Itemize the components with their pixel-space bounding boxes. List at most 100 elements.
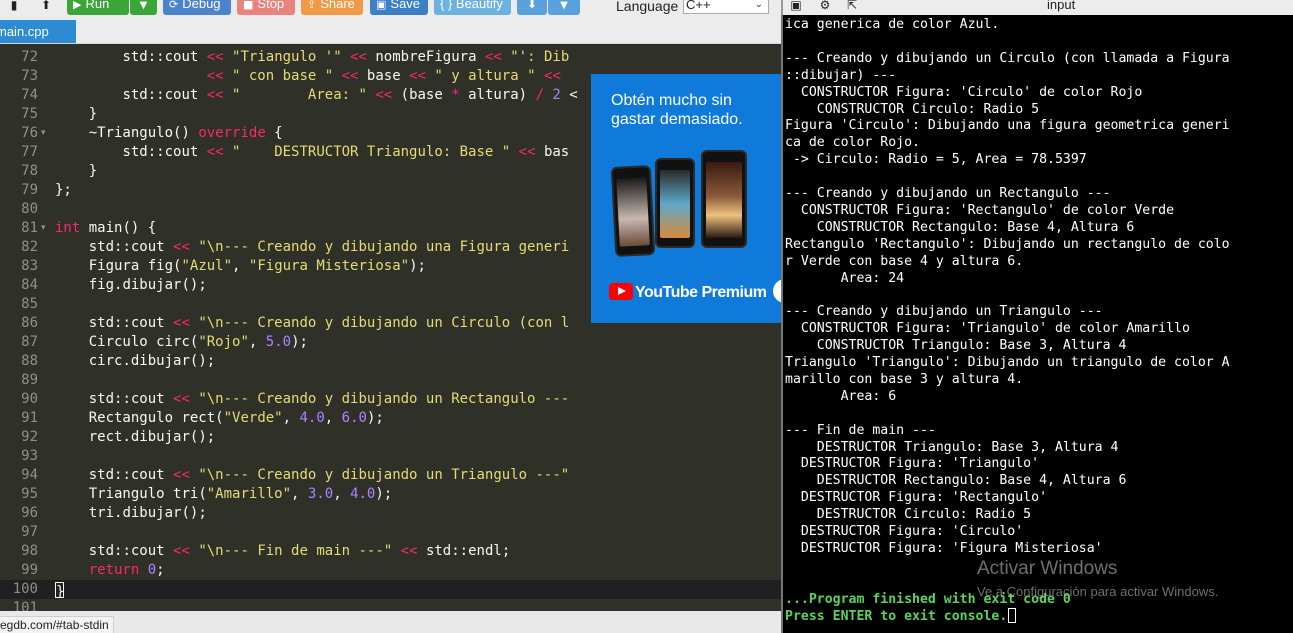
toolbar: ▮ ⬆ ▶ Run ▼ ⟳ Debug ■ Stop ⇪ Share ▣ Save { }… (0, 0, 781, 15)
youtube-play-icon (609, 283, 633, 300)
share-button[interactable]: ⇪ Share (301, 0, 363, 15)
run-button[interactable]: ▶ Run (67, 0, 129, 15)
console-title[interactable]: input (1047, 0, 1075, 13)
ad-headline: Obtén mucho sin gastar demasiado. (611, 92, 743, 128)
file-tab-label: main.cpp (0, 24, 49, 39)
console-line: -> Circulo: Radio = 5, Area = 78.5397 (785, 152, 1087, 168)
code-text: std::cout << "\n--- Fin de main ---" << … (88, 543, 511, 559)
status-bar: egdb.com/#tab-stdin (0, 611, 781, 633)
caret-down-icon: ▼ (560, 0, 568, 11)
code-line[interactable]: 95 Triangulo tri("Amarillo", 3.0, 4.0); (0, 485, 781, 504)
line-number: 73 (21, 68, 38, 84)
code-line[interactable]: 101 (0, 599, 781, 611)
play-icon: ▶ (73, 0, 82, 11)
run-options-button[interactable]: ▼ (130, 0, 157, 15)
caret-down-icon: ▼ (139, 0, 148, 11)
line-number: 86 (21, 315, 38, 331)
expand-icon[interactable]: ▣ (787, 0, 805, 13)
console-line: DESTRUCTOR Circulo: Radio 5 (785, 507, 1032, 523)
language-select[interactable]: C++ ⌄ (683, 0, 769, 14)
debug-icon: ⟳ (169, 0, 179, 11)
code-line[interactable]: 90 std::cout << "\n--- Creando y dibujan… (0, 390, 781, 409)
code-line[interactable]: 92 rect.dibujar(); (0, 428, 781, 447)
code-text: std::cout << "\n--- Creando y dibujando … (88, 391, 570, 407)
stop-label: Stop (257, 0, 285, 11)
code-line[interactable]: 72 std::cout << "Triangulo '" << nombreF… (0, 48, 781, 67)
stop-button[interactable]: ■ Stop (237, 0, 295, 15)
stop-icon: ■ (243, 0, 254, 11)
fold-toggle-icon[interactable]: ▾ (41, 124, 46, 143)
line-number: 80 (21, 201, 38, 217)
code-line[interactable]: 93 (0, 447, 781, 466)
line-number: 75 (21, 106, 38, 122)
code-text: Circulo circ("Rojo", 5.0); (88, 334, 308, 350)
console-line: r Verde con base 4 y altura 6. (785, 253, 1024, 269)
fold-toggle-icon[interactable]: ▾ (41, 219, 46, 238)
console-header: ▣ ⚙ ⇱ input (781, 0, 1293, 15)
code-text: ~Triangulo() override { (88, 125, 283, 141)
share-icon: ⇪ (307, 0, 317, 11)
line-number: 72 (21, 49, 38, 65)
code-line[interactable]: 94 std::cout << "\n--- Creando y dibujan… (0, 466, 781, 485)
line-number: 79 (21, 182, 38, 198)
language-value: C++ (686, 0, 711, 12)
console-line: DESTRUCTOR Figura: 'Figura Misteriosa' (785, 540, 1103, 556)
console-line: ca de color Rojo. (785, 135, 920, 151)
save-button[interactable]: ▣ Save (370, 0, 428, 15)
console-line: --- Creando y dibujando un Triangulo --- (785, 304, 1103, 320)
download-options-button[interactable]: ▼ (548, 0, 580, 15)
console-line: CONSTRUCTOR Circulo: Radio 5 (785, 101, 1040, 117)
console-cursor (1008, 607, 1017, 623)
code-line[interactable]: 91 Rectangulo rect("Verde", 4.0, 6.0); (0, 409, 781, 428)
code-text: std::cout << "\n--- Creando y dibujando … (88, 239, 570, 255)
line-number: 96 (21, 505, 38, 521)
ad-brand-label: YouTube Premium (635, 284, 767, 301)
code-text: std::cout << "\n--- Creando y dibujando … (88, 467, 570, 483)
line-number: 82 (21, 239, 38, 255)
code-line[interactable]: 87 Circulo circ("Rojo", 5.0); (0, 333, 781, 352)
upload-icon[interactable]: ⬆ (36, 0, 56, 14)
console-line: --- Fin de main --- (785, 422, 936, 438)
save-label: Save (390, 0, 421, 11)
advertisement-banner[interactable]: Obtén mucho sin gastar demasiado. YouTub… (591, 74, 781, 323)
line-number: 77 (21, 144, 38, 160)
code-text: }; (55, 182, 72, 198)
file-icon[interactable]: ▮ (4, 0, 24, 14)
console-line: CONSTRUCTOR Figura: 'Rectangulo' de colo… (785, 202, 1175, 218)
code-line[interactable]: 88 circ.dibujar(); (0, 352, 781, 371)
line-number: 92 (21, 429, 38, 445)
line-number: 83 (21, 258, 38, 274)
beautify-button[interactable]: { } Beautify (434, 0, 511, 15)
console-output[interactable]: ica generica de color Azul. --- Creando y… (781, 15, 1293, 633)
code-line[interactable]: 99 return 0; (0, 561, 781, 580)
line-number: 88 (21, 353, 38, 369)
code-text: rect.dibujar(); (88, 429, 216, 445)
code-line[interactable]: 96 tri.dibujar(); (0, 504, 781, 523)
console-line: ica generica de color Azul. (785, 17, 1000, 32)
console-line: Rectangulo 'Rectangulo': Dibujando un re… (785, 236, 1230, 252)
console-line: DESTRUCTOR Figura: 'Triangulo' (785, 456, 1040, 472)
console-line: Figura 'Circulo': Dibujando una figura g… (785, 118, 1230, 134)
windows-watermark-subtitle: Ve a Configuración para activar Windows. (977, 584, 1219, 599)
code-text: fig.dibujar(); (88, 277, 207, 293)
console-line: --- Creando y dibujando un Rectangulo --… (785, 186, 1111, 201)
debug-button[interactable]: ⟳ Debug (163, 0, 231, 15)
code-line[interactable]: 98 std::cout << "\n--- Fin de main ---" … (0, 542, 781, 561)
code-text: std::cout << "Triangulo '" << nombreFigu… (122, 49, 570, 65)
console-line: DESTRUCTOR Triangulo: Base 3, Altura 4 (785, 439, 1119, 455)
line-number: 93 (21, 448, 38, 464)
share-icon[interactable]: ⇱ (843, 0, 861, 13)
code-line[interactable]: 89 (0, 371, 781, 390)
youtube-premium-logo: YouTube Premium (609, 283, 767, 303)
gear-icon[interactable]: ⚙ (816, 0, 834, 13)
phone-image (610, 165, 656, 257)
code-text: Figura fig("Azul", "Figura Misteriosa"); (88, 258, 426, 274)
code-line[interactable]: 100} (0, 580, 781, 600)
code-line[interactable]: 97 (0, 523, 781, 542)
code-text: Triangulo tri("Amarillo", 3.0, 4.0); (88, 486, 393, 502)
download-button[interactable]: ⬇ (517, 0, 547, 15)
phone-image (655, 158, 695, 248)
line-number: 90 (21, 391, 38, 407)
line-number: 101 (12, 600, 38, 611)
file-tab-main-cpp[interactable]: main.cpp (0, 20, 76, 44)
